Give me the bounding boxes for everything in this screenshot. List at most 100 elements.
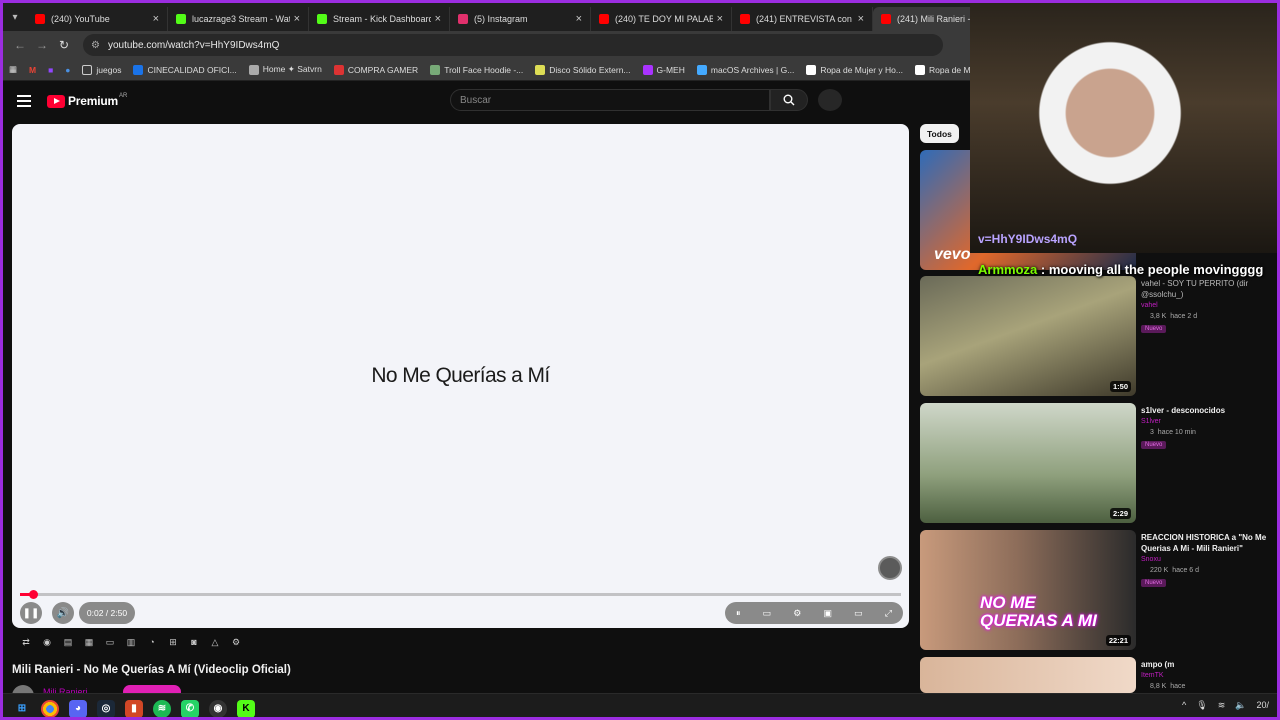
menu-icon[interactable] <box>17 95 31 107</box>
close-tab-icon[interactable]: × <box>576 13 582 25</box>
kick-favicon-icon <box>176 14 186 24</box>
network-icon[interactable]: ≋ <box>1218 700 1226 711</box>
theater-mode-icon[interactable]: ▭ <box>854 608 863 619</box>
close-tab-icon[interactable]: × <box>435 13 441 25</box>
autoplay-toggle-icon[interactable]: ⏸ <box>736 608 741 619</box>
duration-badge: 2:29 <box>1109 508 1131 519</box>
whatsapp-icon[interactable]: ✆ <box>181 699 199 717</box>
kick-icon[interactable]: K <box>237 699 255 717</box>
pause-button[interactable]: ❚❚ <box>20 602 42 624</box>
screenshot-icon[interactable]: ◙ <box>187 637 201 651</box>
site-info-icon[interactable]: ⚙ <box>91 40 100 51</box>
office-icon[interactable]: ▮ <box>125 699 143 717</box>
browser-tab[interactable]: lucazrage3 Stream - Watc × <box>168 7 309 31</box>
youtube-premium-logo[interactable]: Premium AR <box>47 93 127 108</box>
bookmark-juegos[interactable]: juegos <box>82 64 121 75</box>
search-input[interactable]: Buscar <box>450 89 770 111</box>
vevo-logo: vevo <box>934 246 971 263</box>
audio-icon[interactable]: ◉ <box>40 637 54 651</box>
bookmark-satvrn[interactable]: Home ✦ Satvrn <box>248 64 322 75</box>
chat-text: mooving all the people movingggg <box>1048 262 1264 277</box>
kick-favicon-icon <box>317 14 327 24</box>
recommended-thumbnail[interactable]: NO ME QUERIAS A MI 22:21 <box>920 530 1136 650</box>
bookmark-favicon-icon <box>133 64 144 75</box>
bookmark-troll-face[interactable]: Troll Face Hoodie -... <box>430 64 523 75</box>
speed-icon[interactable]: ◔ <box>145 637 159 651</box>
browser-tab[interactable]: (241) ENTREVISTA con × <box>732 7 873 31</box>
clock[interactable]: 20/ <box>1256 700 1269 711</box>
volume-button[interactable]: 🔊 <box>52 602 74 624</box>
address-input[interactable]: ⚙ youtube.com/watch?v=HhY9IDws4mQ <box>83 34 943 56</box>
windows-taskbar: ⊞ ◕ ◎ ▮ ≋ ✆ ◉ K <box>3 693 1277 718</box>
gmail-bookmark-icon[interactable]: M <box>29 65 36 75</box>
discord-icon[interactable]: ◕ <box>69 699 87 717</box>
steam-icon[interactable]: ◎ <box>97 699 115 717</box>
chrome-icon[interactable] <box>41 699 59 717</box>
recommended-thumbnail[interactable]: 1:50 <box>920 276 1136 396</box>
spotify-icon[interactable]: ≋ <box>153 699 171 717</box>
stats-icon[interactable]: ▥ <box>124 637 138 651</box>
fullscreen-icon[interactable]: ⤢ <box>885 608 892 619</box>
video-overlay-title: No Me Querías a Mí <box>371 364 550 387</box>
screen: ▾ (240) YouTube × lucazrage3 Stream - Wat… <box>0 0 1280 720</box>
recommended-meta[interactable]: ampo (m ItemTK 8,8 K hace <box>1141 659 1271 690</box>
tab-search-icon[interactable]: ▾ <box>3 3 27 31</box>
recommended-meta[interactable]: REACCION HISTORICA a "No Me Querias A Mi… <box>1141 532 1271 587</box>
recommended-meta[interactable]: vahel - SOY TU PERRITO (dir @ssolchu_) v… <box>1141 278 1271 333</box>
obs-icon[interactable]: ◉ <box>209 699 227 717</box>
clapper-icon[interactable]: ▦ <box>82 637 96 651</box>
search-button[interactable] <box>770 89 808 111</box>
video-player[interactable]: No Me Querías a Mí ❚❚ 🔊 0:02 / 2:50 ⏸ ▭ … <box>12 124 909 628</box>
gear-icon[interactable]: ⚙ <box>229 637 243 651</box>
volume-icon[interactable]: 🔈 <box>1235 700 1246 711</box>
add-icon[interactable]: ⊞ <box>166 637 180 651</box>
bookmark-disco-solido[interactable]: Disco Sólido Extern... <box>535 64 631 75</box>
youtube-header: Premium AR Buscar <box>3 81 970 121</box>
bookmark-compra-gamer[interactable]: COMPRA GAMER <box>333 64 418 75</box>
loop-icon[interactable]: ⇄ <box>19 637 33 651</box>
subtitles-icon[interactable]: ▭ <box>763 608 772 619</box>
thumbnail-caption: NO ME QUERIAS A MI <box>980 593 1097 630</box>
scrubber-handle[interactable] <box>29 590 38 599</box>
bookmark-ropa-1[interactable]: Ropa de Mujer y Ho... <box>806 64 903 75</box>
bookmark-icon[interactable]: ● <box>65 65 70 75</box>
screen-icon[interactable]: ▭ <box>103 637 117 651</box>
browser-tab[interactable]: (240) YouTube × <box>27 7 168 31</box>
reload-icon[interactable]: ↻ <box>53 38 75 52</box>
browser-tab[interactable]: Stream - Kick Dashboard × <box>309 7 450 31</box>
mic-icon[interactable]: 🎙 <box>1196 700 1207 711</box>
settings-icon[interactable]: ⚙ <box>793 608 801 619</box>
flask-icon[interactable]: △ <box>208 637 222 651</box>
recommended-thumbnail[interactable] <box>920 657 1136 693</box>
forward-icon[interactable]: → <box>31 38 53 52</box>
pip-icon[interactable]: ▤ <box>61 637 75 651</box>
url-text: youtube.com/watch?v=HhY9IDws4mQ <box>107 39 280 51</box>
close-tab-icon[interactable]: × <box>858 13 864 25</box>
youtube-play-icon <box>47 94 65 108</box>
filter-chip-todos[interactable]: Todos <box>920 124 959 143</box>
browser-tab[interactable]: (5) Instagram × <box>450 7 591 31</box>
bookmark-favicon-icon <box>333 64 344 75</box>
chat-username: Armmoza <box>978 262 1038 277</box>
twitch-bookmark-icon[interactable]: ■ <box>48 65 53 75</box>
voice-search-button[interactable] <box>818 89 842 111</box>
time-display: 0:02 / 2:50 <box>79 602 135 624</box>
recommended-thumbnail[interactable]: 2:29 <box>920 403 1136 523</box>
bookmark-macos-archives[interactable]: macOS Archives | G... <box>696 64 794 75</box>
browser-tab[interactable]: (240) TE DOY MI PALABRA× <box>591 7 732 31</box>
recommended-meta[interactable]: s1lver - desconocidos S1lver 3 hace 10 m… <box>1141 405 1271 449</box>
bookmark-favicon-icon <box>535 64 546 75</box>
close-tab-icon[interactable]: × <box>717 13 723 25</box>
windows-start-icon[interactable]: ⊞ <box>13 700 31 718</box>
tray-chevron-icon[interactable]: ^ <box>1182 700 1186 711</box>
close-tab-icon[interactable]: × <box>294 13 300 25</box>
back-icon[interactable]: ← <box>9 38 31 52</box>
miniplayer-icon[interactable]: ▣ <box>823 608 832 619</box>
close-tab-icon[interactable]: × <box>153 13 159 25</box>
progress-bar[interactable] <box>20 593 901 596</box>
stream-url-overlay: v=HhY9IDws4mQ <box>978 232 1078 246</box>
bookmark-cinecalidad[interactable]: CINECALIDAD OFICI... <box>133 64 237 75</box>
player-corner-badge <box>878 556 902 580</box>
bookmark-g-meh[interactable]: G-MEH <box>642 64 685 75</box>
apps-icon[interactable]: ▦ <box>9 64 17 75</box>
